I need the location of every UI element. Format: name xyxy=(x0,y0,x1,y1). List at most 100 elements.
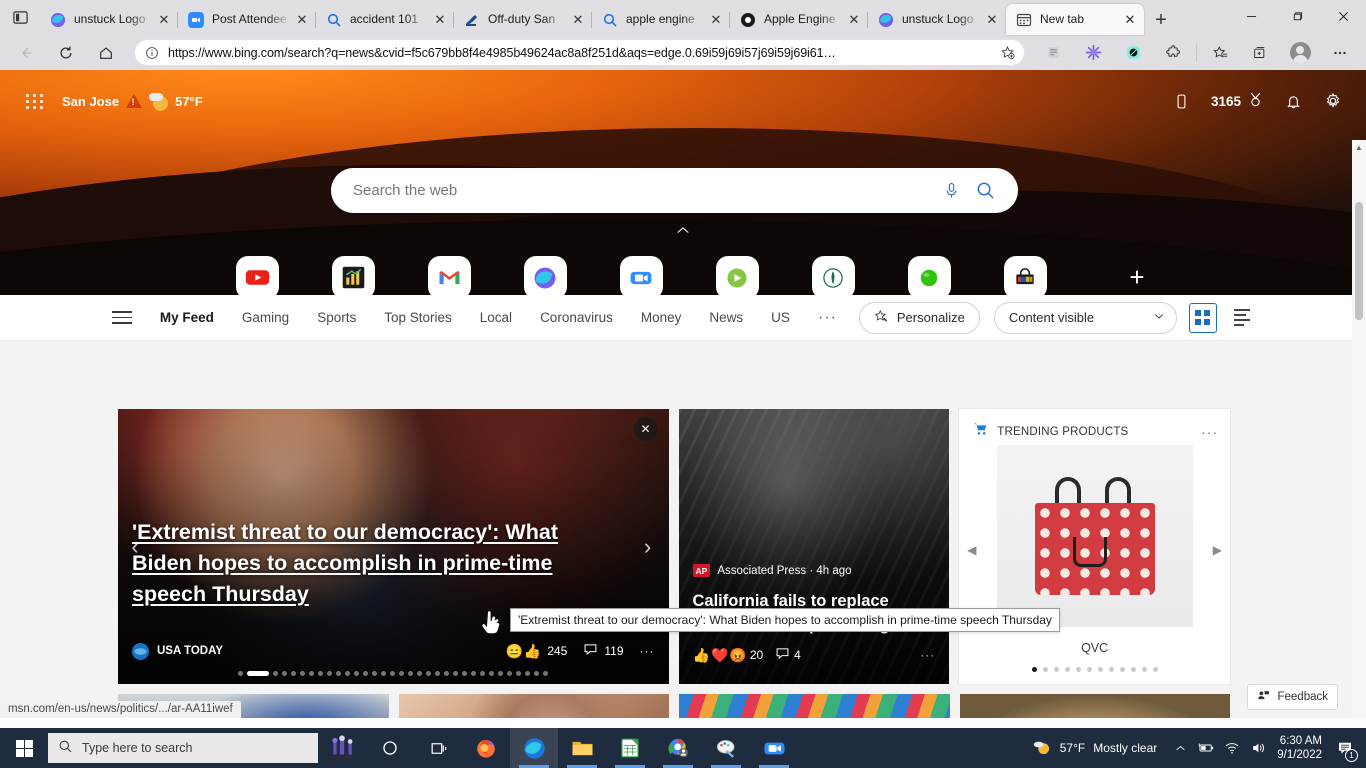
back-icon[interactable] xyxy=(10,38,42,68)
profile-avatar[interactable] xyxy=(1284,38,1316,68)
collapse-chevron-icon[interactable] xyxy=(0,218,1366,244)
action-center-button[interactable]: 1 xyxy=(1330,728,1360,768)
feed-tab-money[interactable]: Money xyxy=(641,310,682,325)
favorites-icon[interactable] xyxy=(1204,38,1236,68)
quick-link-inbox[interactable]: Inbox (50,784) xyxy=(401,256,497,295)
browser-tab[interactable]: Post Attendee ✕ xyxy=(177,4,316,35)
carousel-prev-icon[interactable]: ‹ xyxy=(124,534,146,560)
content-visibility-select[interactable]: Content visible xyxy=(993,301,1178,334)
taskbar-search-box[interactable]: Type here to search xyxy=(48,733,318,763)
hero-more-button[interactable]: ··· xyxy=(640,644,655,658)
maximize-button[interactable] xyxy=(1274,0,1320,32)
add-shortcut-button[interactable]: + xyxy=(1117,256,1157,295)
quick-link-home-edge[interactable]: Home xyxy=(497,256,593,295)
feed-card-thumbnail[interactable] xyxy=(398,694,669,718)
ap-news-card[interactable]: AP Associated Press · 4h ago California … xyxy=(678,409,950,684)
app-launcher-icon[interactable] xyxy=(22,88,48,114)
adblock-icon[interactable] xyxy=(1117,38,1149,68)
address-bar[interactable]: https://www.bing.com/search?q=news&cvid=… xyxy=(134,39,1025,66)
browser-tab[interactable]: Off-duty San ✕ xyxy=(453,4,592,35)
feed-tab-us[interactable]: US xyxy=(771,310,790,325)
carousel-next-icon[interactable]: › xyxy=(637,534,659,560)
battery-icon[interactable] xyxy=(1193,728,1219,768)
microphone-icon[interactable] xyxy=(934,174,968,208)
quick-link-mount-hermon[interactable]: Mount Herm... xyxy=(785,256,881,295)
mobile-icon[interactable] xyxy=(1171,90,1193,112)
feed-tab-news[interactable]: News xyxy=(709,310,743,325)
scrollbar-thumb[interactable] xyxy=(1355,202,1363,320)
taskbar-clock[interactable]: 6:30 AM 9/1/2022 xyxy=(1271,734,1330,762)
feed-tab-sports[interactable]: Sports xyxy=(317,310,356,325)
quick-link-youtube[interactable]: (5) YouTube xyxy=(209,256,305,295)
feed-tab-gaming[interactable]: Gaming xyxy=(242,310,289,325)
close-icon[interactable]: ✕ xyxy=(633,417,658,441)
trending-more-button[interactable]: ··· xyxy=(1201,424,1218,440)
carousel-dots[interactable] xyxy=(118,671,669,676)
trending-products-card[interactable]: TRENDING PRODUCTS ··· ◀ ▶ QVC xyxy=(959,409,1230,684)
extensions-puzzle-icon[interactable] xyxy=(1157,38,1189,68)
show-hidden-icons-chevron[interactable] xyxy=(1167,728,1193,768)
comment-icon[interactable] xyxy=(775,646,790,664)
quick-link-rumble[interactable]: Rumble xyxy=(689,256,785,295)
firefox-icon[interactable] xyxy=(462,728,510,768)
new-tab-button[interactable]: + xyxy=(1144,5,1178,35)
personalize-button[interactable]: Personalize xyxy=(858,301,980,334)
quick-link-ebay[interactable]: eBay · Ad xyxy=(977,256,1073,295)
close-window-button[interactable] xyxy=(1320,0,1366,32)
browser-tab[interactable]: unstuck Logo ✕ xyxy=(40,4,178,35)
close-icon[interactable]: ✕ xyxy=(706,10,726,30)
comment-icon[interactable] xyxy=(583,642,598,660)
close-icon[interactable]: ✕ xyxy=(844,10,864,30)
feed-tab-top-stories[interactable]: Top Stories xyxy=(384,310,452,325)
task-view-icon[interactable] xyxy=(414,728,462,768)
edge-icon[interactable] xyxy=(510,728,558,768)
home-icon[interactable] xyxy=(90,38,122,68)
zoom-icon[interactable] xyxy=(750,728,798,768)
feed-tab-local[interactable]: Local xyxy=(480,310,512,325)
quick-link-zoom[interactable]: Zoom xyxy=(593,256,689,295)
close-icon[interactable]: ✕ xyxy=(154,10,174,30)
close-icon[interactable]: ✕ xyxy=(292,10,312,30)
notifications-bell-icon[interactable] xyxy=(1282,90,1304,112)
volume-icon[interactable] xyxy=(1245,728,1271,768)
feed-card-thumbnail[interactable] xyxy=(959,694,1230,718)
chess-widget-icon[interactable] xyxy=(318,728,366,768)
taskbar-weather[interactable]: 57°F Mostly clear xyxy=(1026,737,1168,760)
feed-card-thumbnail[interactable] xyxy=(679,694,950,718)
menu-icon[interactable] xyxy=(112,311,132,324)
browser-tab[interactable]: accident 101 ✕ xyxy=(315,4,454,35)
hero-reactions[interactable]: 😑 👍 245 119 ··· xyxy=(505,642,654,660)
gear-icon[interactable] xyxy=(1322,90,1344,112)
feed-tab-my-feed[interactable]: My Feed xyxy=(160,310,214,325)
refresh-icon[interactable] xyxy=(50,38,82,68)
chrome-people-icon[interactable] xyxy=(654,728,702,768)
read-aloud-icon[interactable] xyxy=(1037,38,1069,68)
feed-more-button[interactable]: ··· xyxy=(818,309,837,327)
browser-tab[interactable]: Apple Engine ✕ xyxy=(729,4,868,35)
page-scrollbar[interactable]: ▲ ▼ xyxy=(1352,140,1366,718)
ap-more-button[interactable]: ··· xyxy=(920,648,935,662)
settings-more-icon[interactable] xyxy=(1324,38,1356,68)
start-button[interactable] xyxy=(0,728,48,768)
rewards-counter[interactable]: 3165 xyxy=(1211,91,1264,111)
close-icon[interactable]: ✕ xyxy=(982,10,1002,30)
browser-tab[interactable]: apple engine ✕ xyxy=(591,4,730,35)
minimize-button[interactable] xyxy=(1228,0,1274,32)
feed-tab-coronavirus[interactable]: Coronavirus xyxy=(540,310,613,325)
browser-tab[interactable]: unstuck Logo ✕ xyxy=(867,4,1006,35)
browser-tab-active[interactable]: New tab ✕ xyxy=(1006,4,1144,35)
collections-icon[interactable] xyxy=(1244,38,1276,68)
product-carousel-dots[interactable] xyxy=(959,667,1230,672)
grid-view-button[interactable] xyxy=(1189,302,1217,333)
location-weather[interactable]: San Jose 57°F xyxy=(62,92,203,111)
quick-link-home-green[interactable]: Home xyxy=(881,256,977,295)
calc-icon[interactable] xyxy=(606,728,654,768)
add-favorite-icon[interactable] xyxy=(996,45,1018,60)
tab-search-icon[interactable] xyxy=(0,0,40,35)
search-submit-icon[interactable] xyxy=(968,174,1002,208)
file-explorer-icon[interactable] xyxy=(558,728,606,768)
quick-link-money[interactable]: Money xyxy=(305,256,401,295)
search-box[interactable]: Search the web xyxy=(331,168,1018,213)
paint-icon[interactable] xyxy=(702,728,750,768)
info-icon[interactable] xyxy=(143,44,161,62)
